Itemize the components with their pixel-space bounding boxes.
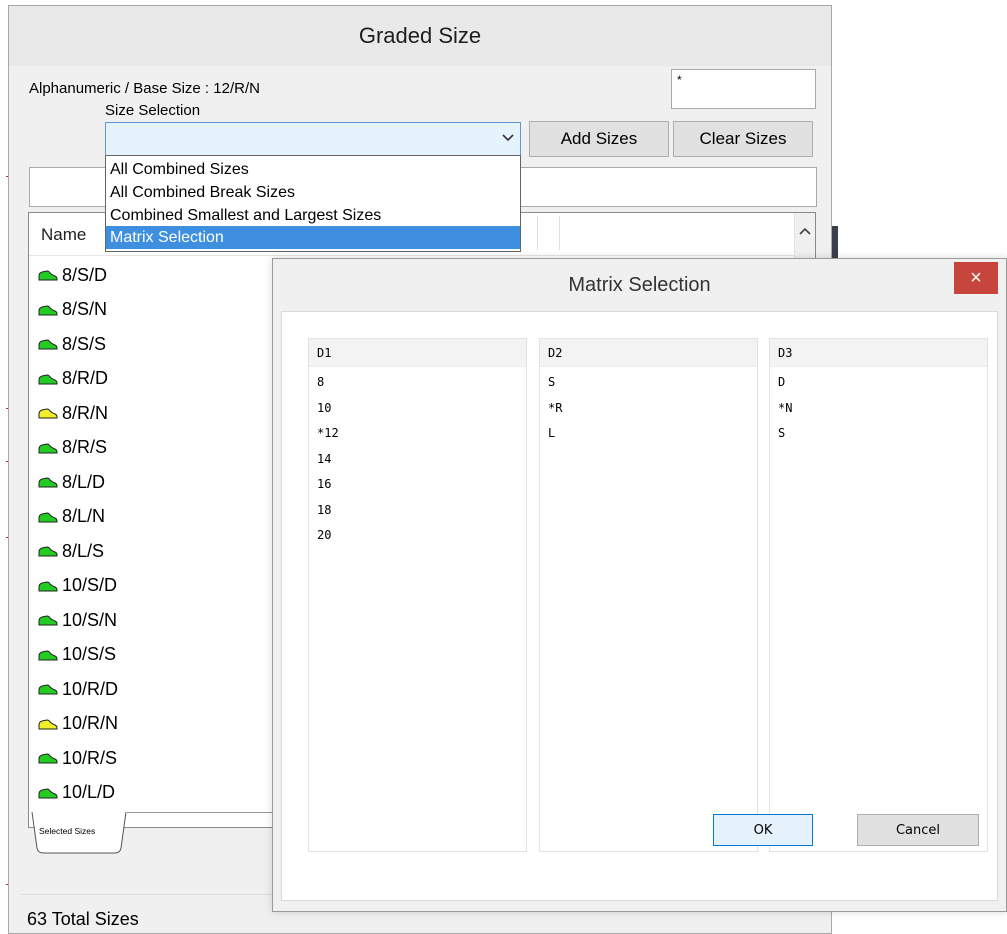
clear-sizes-button[interactable]: Clear Sizes [673,121,813,157]
size-label: 10/L/D [62,782,116,803]
ok-button[interactable]: OK [713,814,813,846]
size-label: 8/R/N [62,402,109,423]
shoe-icon [38,443,58,454]
dropdown-item-matrix-selection[interactable]: Matrix Selection [106,226,520,249]
size-label: 10/R/D [62,678,119,699]
dropdown-item-all-combined-break[interactable]: All Combined Break Sizes [106,181,520,204]
tab-strip-line [127,812,287,813]
shoe-icon [38,339,58,350]
chevron-up-icon[interactable] [799,227,811,235]
shoe-icon [38,305,58,316]
chevron-down-icon [502,134,514,142]
dropdown-item-all-combined[interactable]: All Combined Sizes [106,158,520,181]
size-label: 10/S/N [62,609,118,630]
column-header-name[interactable]: Name [41,225,86,245]
list-item[interactable]: *N [778,396,792,422]
list-item[interactable]: 18 [317,498,339,524]
shoe-icon [38,512,58,523]
list-item[interactable]: 8 [317,370,339,396]
shoe-icon [38,650,58,661]
dimension-list-d1[interactable]: D1 8 10 *12 14 16 18 20 [308,338,527,852]
list-item[interactable]: S [548,370,562,396]
size-label: 8/R/D [62,368,109,389]
shoe-icon [38,374,58,385]
shoe-icon [38,270,58,281]
matrix-body: D1 8 10 *12 14 16 18 20 D2 S *R L D3 D *N S [281,311,998,901]
size-label: 10/S/D [62,575,118,596]
size-label: 10/R/S [62,747,118,768]
list-item[interactable]: *12 [317,421,339,447]
column-header: D1 [309,339,526,367]
add-sizes-button[interactable]: Add Sizes [529,121,669,157]
shoe-icon [38,546,58,557]
shoe-icon [38,684,58,695]
size-label: 8/L/S [62,540,105,561]
shoe-icon [38,581,58,592]
size-label: 8/L/D [62,471,106,492]
header-divider [537,216,538,250]
size-label: 8/S/D [62,264,108,285]
list-item[interactable]: *R [548,396,562,422]
size-selection-combo[interactable] [105,122,521,156]
close-icon: × [970,266,982,289]
background-window-edge [832,226,838,260]
base-size-label: Alphanumeric / Base Size : 12/R/N [29,80,260,97]
dimension-list-d3[interactable]: D3 D *N S [769,338,988,852]
size-selection-label: Size Selection [105,102,201,119]
column-items: 8 10 *12 14 16 18 20 [317,370,339,549]
list-item[interactable]: 10 [317,396,339,422]
column-items: S *R L [548,370,562,447]
tab-label: Selected Sizes [39,826,96,836]
size-label: 10/R/N [62,713,119,734]
header-divider [559,216,560,250]
list-item[interactable]: D [778,370,792,396]
cancel-button[interactable]: Cancel [857,814,979,846]
column-items: D *N S [778,370,792,447]
matrix-selection-dialog: Matrix Selection × D1 8 10 *12 14 16 18 20 D2 … [272,258,1007,912]
close-button[interactable]: × [954,262,998,294]
list-item[interactable]: 16 [317,472,339,498]
shoe-icon [38,788,58,799]
base-size-input[interactable]: * [671,69,816,109]
dialog-title: Matrix Selection [273,259,1006,311]
size-selection-dropdown[interactable]: All Combined Sizes All Combined Break Si… [105,155,521,252]
column-header: D2 [540,339,757,367]
list-item[interactable]: S [778,421,792,447]
shoe-icon [38,615,58,626]
shoe-icon [38,408,58,419]
size-label: 8/S/S [62,333,107,354]
dimension-list-d2[interactable]: D2 S *R L [539,338,758,852]
list-item[interactable]: L [548,421,562,447]
shoe-icon [38,719,58,730]
size-label: 10/S/S [62,644,117,665]
size-label: 8/L/N [62,506,106,527]
size-label: 8/R/S [62,437,108,458]
shoe-icon [38,753,58,764]
window-title: Graded Size [9,6,831,66]
footer-divider [21,894,291,895]
list-item[interactable]: 14 [317,447,339,473]
dropdown-item-smallest-largest[interactable]: Combined Smallest and Largest Sizes [106,204,520,227]
list-item[interactable]: 20 [317,523,339,549]
total-sizes-status: 63 Total Sizes [27,909,139,929]
column-header: D3 [770,339,987,367]
shoe-icon [38,477,58,488]
size-label: 8/S/N [62,299,108,320]
